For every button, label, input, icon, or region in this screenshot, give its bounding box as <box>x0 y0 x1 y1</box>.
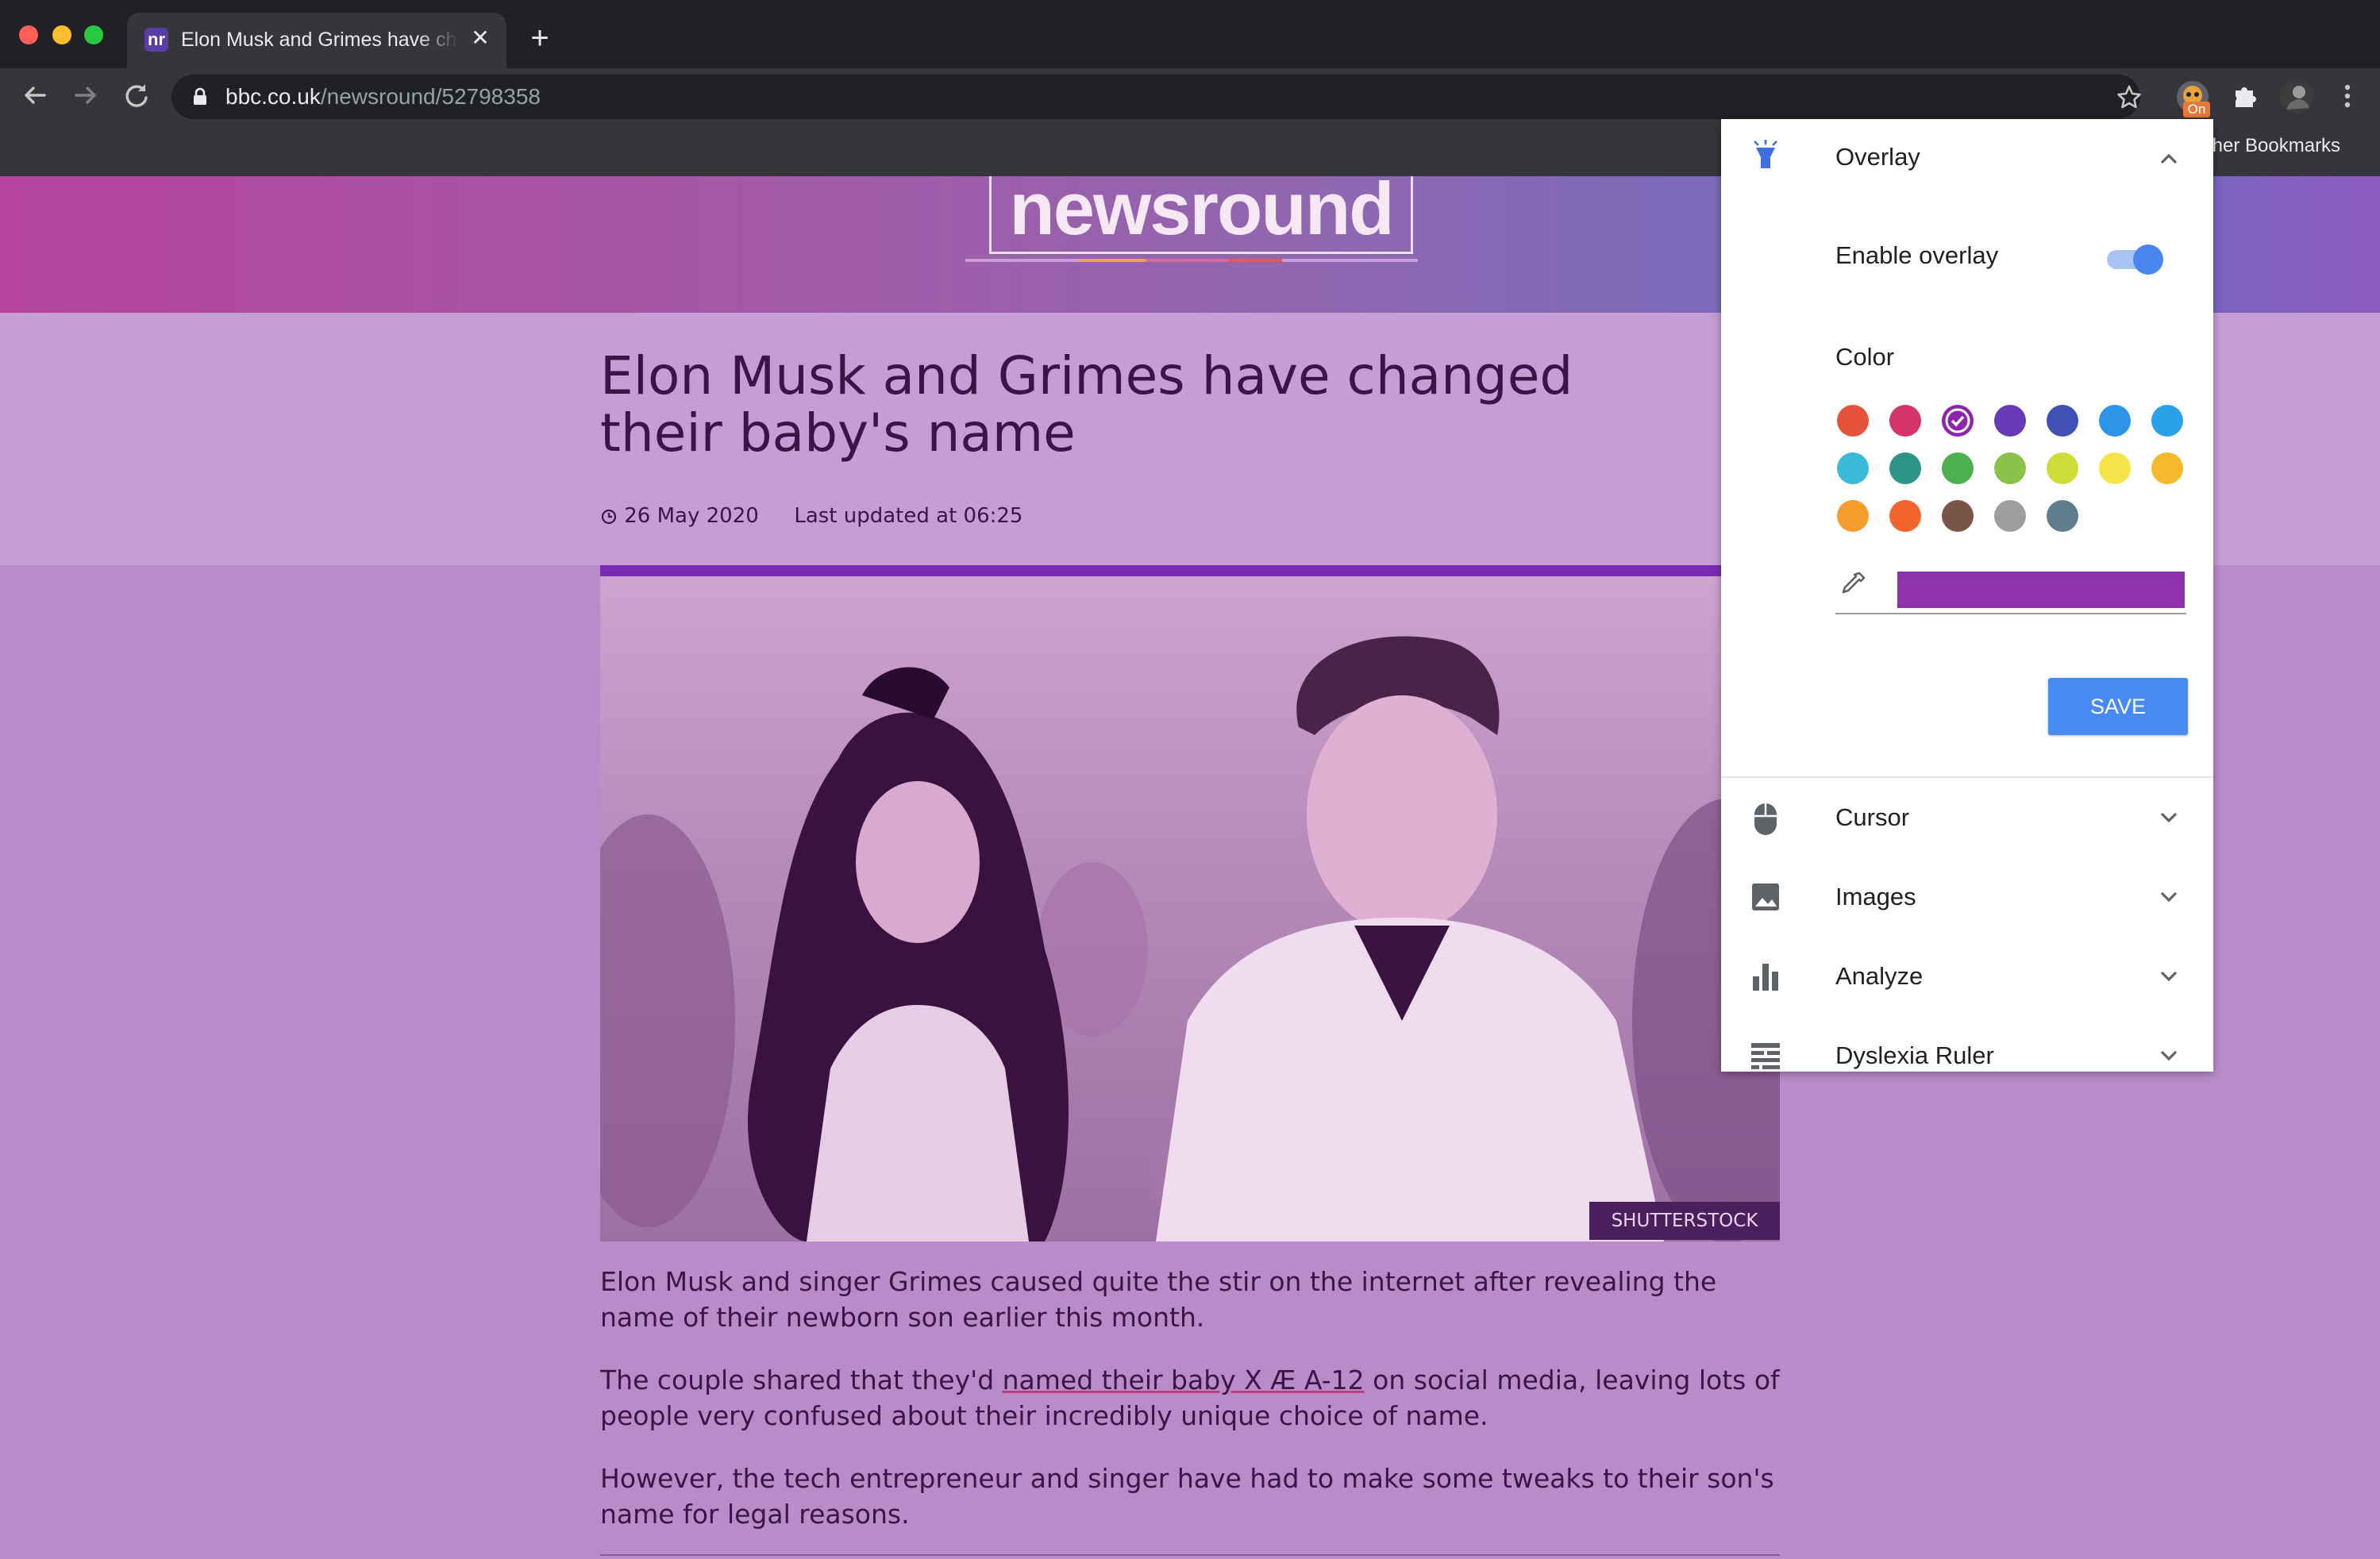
browser-menu-icon[interactable] <box>2334 78 2361 114</box>
color-swatch[interactable] <box>2151 452 2183 484</box>
color-label: Color <box>1835 343 1895 371</box>
save-button[interactable]: SAVE <box>2048 678 2188 735</box>
ruler-icon <box>1750 1041 1781 1072</box>
logo-underline <box>965 259 1418 262</box>
url-path: /newsround/52798358 <box>320 84 541 109</box>
bar-chart-icon <box>1750 960 1781 992</box>
hero-photo-illustration <box>600 636 1780 1241</box>
maximize-window-button[interactable] <box>84 25 103 44</box>
enable-overlay-toggle[interactable] <box>2105 243 2166 275</box>
color-swatch[interactable] <box>1837 405 1869 437</box>
back-button[interactable] <box>17 78 52 113</box>
image-icon <box>1750 881 1781 913</box>
profile-avatar[interactable] <box>2278 78 2315 114</box>
article-paragraph: Elon Musk and singer Grimes caused quite… <box>600 1266 1717 1333</box>
overlay-section-title[interactable]: Overlay <box>1835 140 1920 175</box>
article-meta: 26 May 2020 Last updated at 06:25 <box>600 500 1022 532</box>
article-divider <box>600 1554 1780 1556</box>
newsround-logo[interactable]: newsround <box>989 165 1413 252</box>
section-label-dyslexia-ruler[interactable]: Dyslexia Ruler <box>1835 1038 1994 1073</box>
color-swatch-grid <box>1837 405 2191 545</box>
article-paragraph: The couple shared that they'd named thei… <box>600 1362 1791 1434</box>
last-updated: Last updated at 06:25 <box>794 504 1023 528</box>
new-tab-button[interactable]: + <box>524 21 556 56</box>
baby-name-link[interactable]: named their baby X Æ A-12 <box>1003 1365 1365 1395</box>
article-paragraph: However, the tech entrepreneur and singe… <box>600 1463 1774 1530</box>
popup-divider <box>1721 776 2213 778</box>
forward-arrow-icon <box>75 87 96 104</box>
color-swatch[interactable] <box>1994 405 2026 437</box>
color-swatch[interactable] <box>1994 500 2026 532</box>
paragraph-text: The couple shared that they'd <box>600 1365 1003 1395</box>
color-swatch[interactable] <box>1837 452 1869 484</box>
color-swatch[interactable] <box>2151 405 2183 437</box>
clock-icon <box>601 509 617 525</box>
color-swatch[interactable] <box>1994 452 2026 484</box>
color-field-underline <box>1835 613 2186 614</box>
url-text[interactable]: bbc.co.uk/newsround/52798358 <box>225 78 541 116</box>
tab-close-icon[interactable]: ✕ <box>467 22 494 54</box>
color-swatch[interactable] <box>1889 500 1921 532</box>
section-label-images[interactable]: Images <box>1835 880 1916 914</box>
color-swatch-selected[interactable] <box>1942 405 1974 437</box>
chevron-down-icon[interactable] <box>2155 962 2183 991</box>
article-date: 26 May 2020 <box>624 504 759 528</box>
section-label-cursor[interactable]: Cursor <box>1835 800 1909 835</box>
bookmark-star-icon[interactable] <box>2112 79 2147 114</box>
color-swatch[interactable] <box>2099 452 2131 484</box>
section-label-analyze[interactable]: Analyze <box>1835 959 1923 994</box>
close-window-button[interactable] <box>19 25 38 44</box>
chevron-up-icon[interactable] <box>2155 144 2183 173</box>
color-swatch[interactable] <box>2099 405 2131 437</box>
custom-color-field[interactable] <box>1897 572 2185 608</box>
check-icon <box>1945 408 1970 433</box>
image-top-bar <box>600 565 1780 576</box>
article-headline: Elon Musk and Grimes have changed their … <box>600 345 1573 464</box>
chevron-down-icon[interactable] <box>2155 803 2183 832</box>
url-host: bbc.co.uk <box>225 84 321 109</box>
color-swatch[interactable] <box>2047 500 2078 532</box>
forward-button[interactable] <box>68 78 103 113</box>
flashlight-icon <box>1751 140 1780 175</box>
extension-on-badge: On <box>2183 102 2210 117</box>
chevron-down-icon[interactable] <box>2155 883 2183 911</box>
color-swatch[interactable] <box>1889 405 1921 437</box>
article-hero-image <box>600 576 1780 1241</box>
minimize-window-button[interactable] <box>52 25 71 44</box>
tab-title[interactable]: Elon Musk and Grimes have changed their … <box>181 24 459 56</box>
color-swatch[interactable] <box>1889 452 1921 484</box>
extensions-puzzle-icon[interactable] <box>2228 78 2263 113</box>
enable-overlay-label: Enable overlay <box>1835 241 1999 269</box>
other-bookmarks[interactable]: ther Bookmarks <box>2207 130 2340 162</box>
color-swatch[interactable] <box>2047 405 2078 437</box>
tab-favicon-icon: nr <box>144 28 168 52</box>
image-credit: SHUTTERSTOCK <box>1589 1202 1780 1240</box>
back-arrow-icon <box>25 87 46 104</box>
color-swatch[interactable] <box>1837 500 1869 532</box>
color-swatch[interactable] <box>2047 452 2078 484</box>
reload-button[interactable] <box>119 78 154 113</box>
lock-icon[interactable] <box>189 86 211 108</box>
mouse-icon <box>1750 800 1781 838</box>
chevron-down-icon[interactable] <box>2155 1041 2183 1070</box>
color-swatch[interactable] <box>1942 452 1974 484</box>
reload-icon <box>125 84 148 107</box>
eyedropper-icon[interactable] <box>1835 567 1870 602</box>
color-swatch[interactable] <box>1942 500 1974 532</box>
